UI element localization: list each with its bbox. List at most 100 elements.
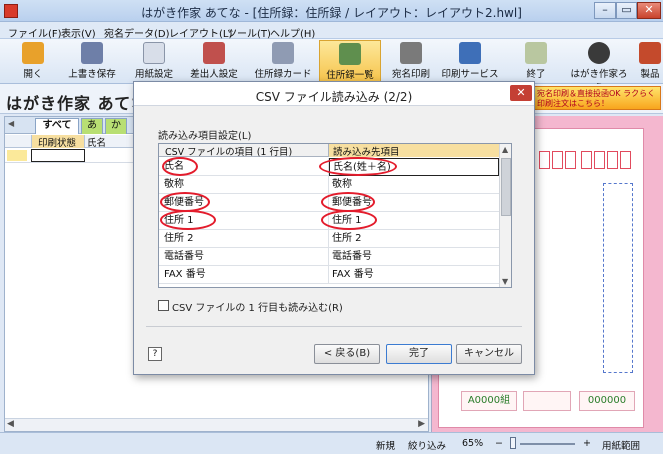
card-icon [272, 42, 294, 64]
dialog-title: CSV ファイル読み込み (2/2) [255, 90, 413, 104]
lottery-number: A0000組 [461, 391, 517, 411]
mapping-row[interactable]: FAX 番号 FAX 番号 [159, 266, 499, 284]
column-target-field: 読み込み先項目 [329, 144, 499, 158]
scroll-up-icon[interactable]: ▲ [502, 145, 508, 154]
menu-help[interactable]: ヘルプ(H) [270, 25, 315, 40]
maximize-button[interactable]: ▭ [616, 2, 637, 19]
product-button[interactable]: 製品 [637, 40, 663, 82]
scroll-left-icon[interactable]: ◀ [7, 419, 14, 429]
scrollbar-thumb[interactable] [501, 158, 511, 216]
exit-label: 終了 [526, 69, 546, 80]
column-name[interactable]: 氏名 [87, 135, 106, 149]
field-mapping-table: CSV ファイルの項目 (1 行目) 読み込み先項目 氏名 氏名(姓＋名) 敬称… [158, 143, 512, 288]
mapping-header: CSV ファイルの項目 (1 行目) 読み込み先項目 [159, 144, 499, 158]
csv-field: 電話番号 [159, 248, 329, 266]
print-status-cell[interactable] [31, 149, 85, 162]
mascot-icon [588, 42, 610, 64]
include-first-row-checkbox[interactable] [158, 300, 169, 311]
mapping-row[interactable]: 住所 2 住所 2 [159, 230, 499, 248]
tab-a[interactable]: あ [81, 118, 103, 134]
annotation-ellipse [321, 192, 375, 212]
scroll-down-icon[interactable]: ▼ [502, 277, 508, 286]
list-icon [339, 43, 361, 65]
dialog-close-button[interactable]: ✕ [510, 85, 532, 101]
csv-field: FAX 番号 [159, 266, 329, 284]
fit-paper-label[interactable]: 用紙範囲 [602, 438, 640, 452]
title-bar: はがき作家 あてな - [住所録：住所録 / レイアウト：レイアウト2.hwl]… [0, 0, 663, 22]
address-list-button[interactable]: 住所録一覧 [319, 40, 381, 82]
row-selector[interactable] [7, 150, 27, 161]
open-label: 開く [23, 69, 43, 80]
zoom-out-icon[interactable]: − [495, 438, 503, 449]
zoom-slider[interactable] [520, 443, 575, 445]
status-bar: 新規 絞り込み 65% − + 用紙範囲 [0, 432, 663, 454]
column-csv-field: CSV ファイルの項目 (1 行目) [159, 144, 329, 158]
tab-scroll-left-icon[interactable]: ◀ [8, 119, 20, 131]
target-field-select[interactable]: 住所 2 [329, 230, 499, 248]
target-field-select[interactable]: FAX 番号 [329, 266, 499, 284]
zoom-level: 65% [462, 438, 484, 449]
print-service-button[interactable]: 印刷サービス [440, 40, 500, 82]
sender-settings-button[interactable]: 差出人設定 [185, 40, 243, 82]
tab-ka[interactable]: か [105, 118, 127, 134]
back-button[interactable]: < 戻る(B) [314, 344, 380, 364]
postal-code-box [607, 151, 618, 169]
exit-button[interactable]: 終了 [516, 40, 556, 82]
annotation-ellipse [321, 210, 377, 230]
postal-code-box [594, 151, 605, 169]
zoom-in-icon[interactable]: + [583, 438, 591, 449]
mascot-button[interactable]: はがき作家ろう [566, 40, 632, 94]
cancel-button[interactable]: キャンセル [456, 344, 522, 364]
annotation-ellipse [160, 210, 216, 230]
open-button[interactable]: 開く [4, 40, 62, 82]
paper-settings-button[interactable]: 用紙設定 [124, 40, 184, 82]
menu-bar: ファイル(F) 表示(V) 宛名データ(D) レイアウト(L) ツール(T) ヘ… [0, 22, 663, 40]
field-mapping-label: 読み込み項目設定(L) [158, 131, 252, 142]
mapping-row[interactable]: 電話番号 電話番号 [159, 248, 499, 266]
finish-button[interactable]: 完了 [386, 344, 452, 364]
menu-file[interactable]: ファイル(F) [8, 25, 62, 40]
menu-view[interactable]: 表示(V) [61, 25, 96, 40]
annotation-ellipse [162, 157, 198, 176]
target-field-select[interactable]: 電話番号 [329, 248, 499, 266]
address-print-button[interactable]: 宛名印刷 [386, 40, 436, 82]
menu-address-data[interactable]: 宛名データ(D) [104, 25, 170, 40]
sender-settings-label: 差出人設定 [190, 69, 238, 80]
person-icon [203, 42, 225, 64]
csv-import-dialog: CSV ファイル読み込み (2/2) ✕ 読み込み項目設定(L) CSV ファイ… [133, 81, 535, 375]
menu-tools[interactable]: ツール(T) [227, 25, 271, 40]
floppy-icon [81, 42, 103, 64]
menu-layout[interactable]: レイアウト(L) [169, 25, 232, 40]
divider [146, 326, 522, 327]
app-name: はがき作家 あてな [6, 94, 149, 113]
exit-icon [525, 42, 547, 64]
postal-code-box [539, 151, 550, 169]
minimize-button[interactable]: – [594, 2, 616, 19]
column-print-status[interactable]: 印刷状態 [31, 135, 85, 149]
address-area [603, 183, 633, 373]
scroll-right-icon[interactable]: ▶ [418, 419, 425, 429]
print-service-label: 印刷サービス [441, 69, 499, 80]
stamp-image [523, 391, 571, 411]
postal-code-box [552, 151, 563, 169]
paper-icon [143, 42, 165, 64]
dialog-title-bar: CSV ファイル読み込み (2/2) ✕ [134, 82, 534, 106]
include-first-row-label[interactable]: CSV ファイルの 1 行目も読み込む(R) [172, 299, 343, 314]
save-button[interactable]: 上書き保存 [62, 40, 122, 82]
csv-field: 住所 2 [159, 230, 329, 248]
ad-banner[interactable]: 宛名印刷＆直接投函OK ラクらく印刷注文はこちら！ [533, 86, 661, 110]
tab-all[interactable]: すべて [35, 118, 79, 134]
postal-code-box [620, 151, 631, 169]
address-card-label: 住所録カード [254, 69, 312, 80]
annotation-ellipse [319, 157, 397, 176]
horizontal-scrollbar[interactable]: ◀ ▶ [5, 418, 428, 431]
close-window-button[interactable]: ✕ [637, 2, 661, 19]
zoom-slider-thumb[interactable] [510, 437, 516, 449]
help-icon[interactable]: ? [148, 347, 162, 361]
mapping-row[interactable]: 敬称 敬称 [159, 176, 499, 194]
toolbar: 開く 上書き保存 用紙設定 差出人設定 住所録カード 住所録一覧 宛名印刷 印刷… [0, 39, 663, 94]
address-card-button[interactable]: 住所録カード [252, 40, 314, 82]
save-label: 上書き保存 [68, 69, 116, 80]
mapping-scrollbar[interactable]: ▲ ▼ [499, 144, 511, 287]
lottery-code: 000000 [579, 391, 635, 411]
